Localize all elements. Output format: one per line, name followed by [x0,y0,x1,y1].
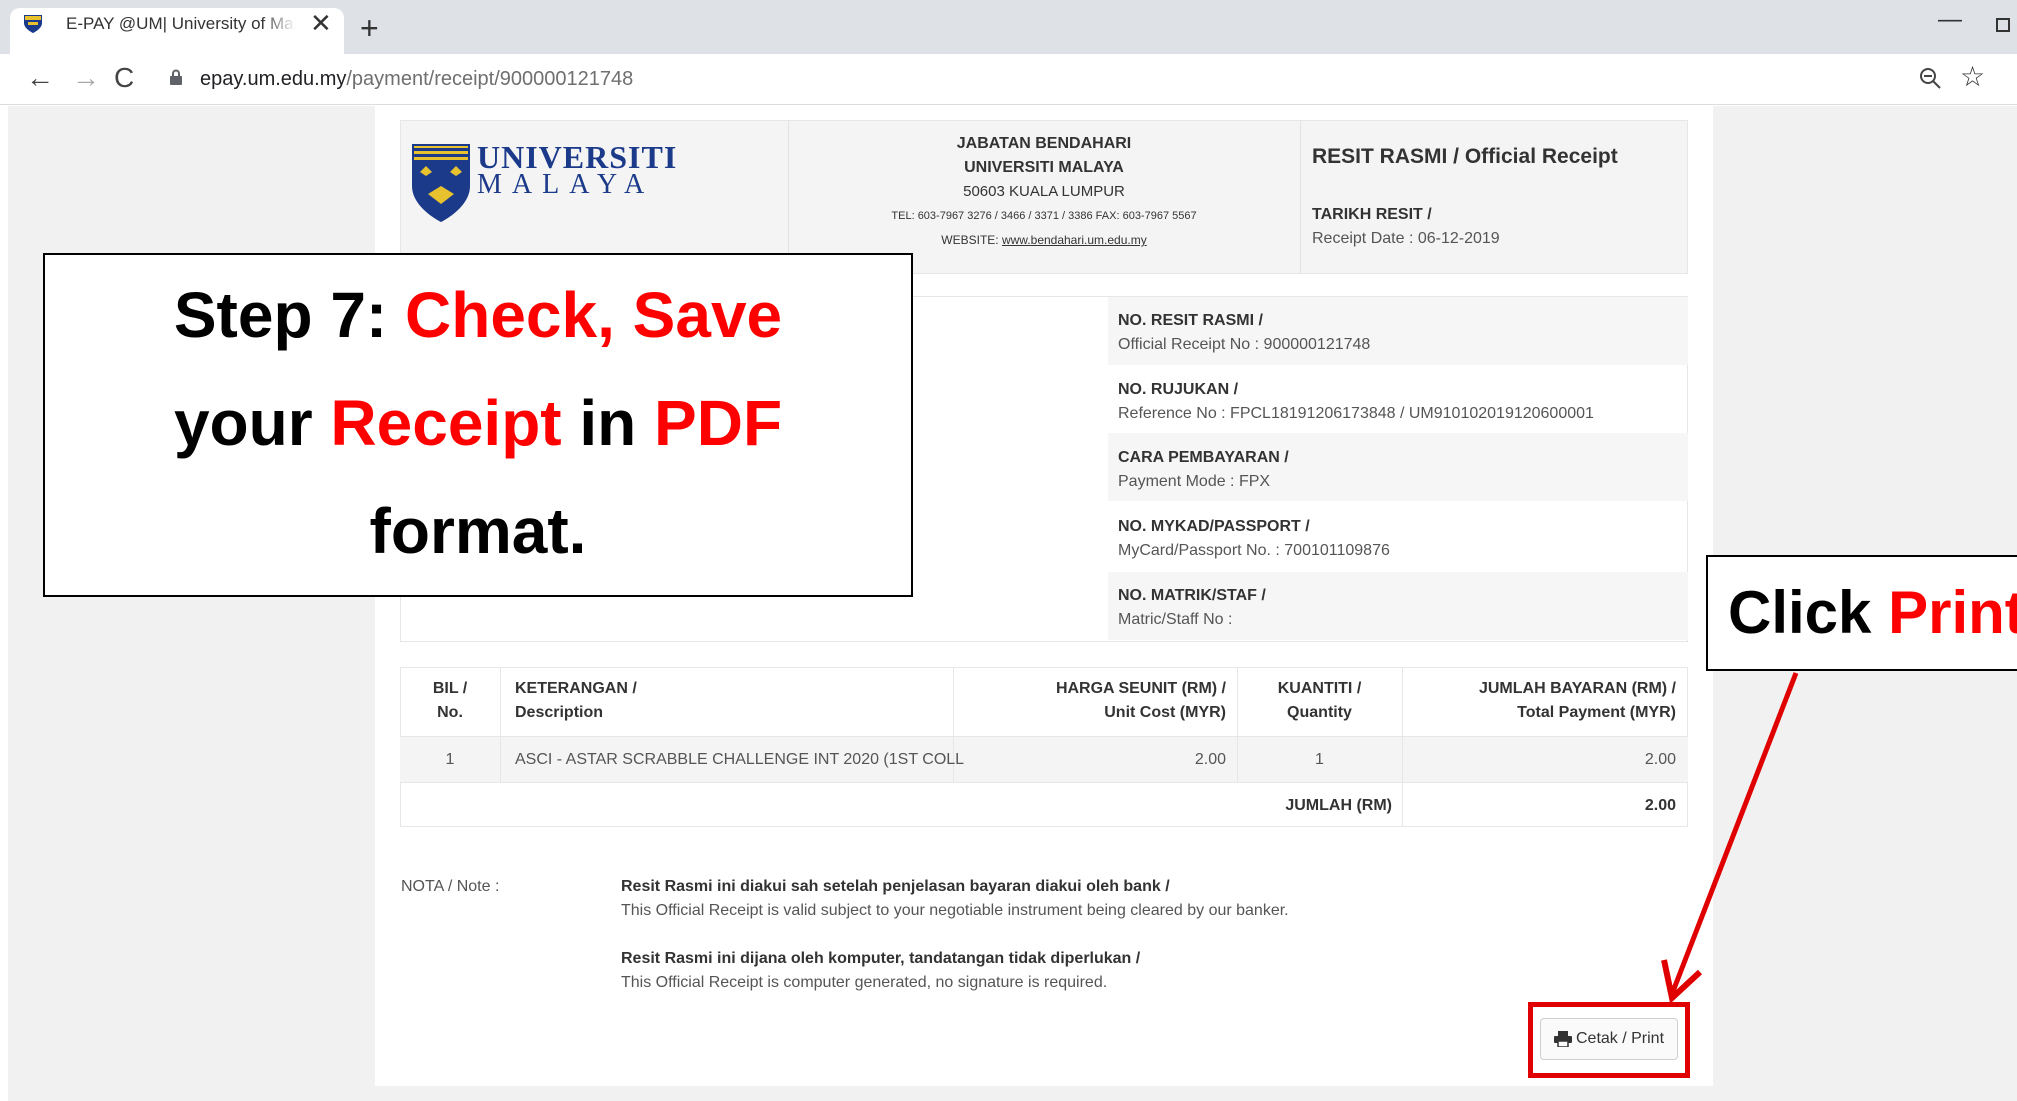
bookmark-star-icon[interactable]: ☆ [1960,62,1985,92]
minimize-icon[interactable]: — [1938,6,1962,34]
matric-label: NO. MATRIK/STAF / [1118,587,1266,604]
cell-unit-cost: 2.00 [1194,751,1226,768]
reload-icon[interactable]: C [114,60,134,96]
cell-quantity: 1 [1315,751,1324,768]
note2-text: This Official Receipt is computer genera… [621,974,1108,991]
note2-heading: Resit Rasmi ini dijana oleh komputer, ta… [621,950,1141,967]
cell-total: 2.00 [1644,751,1676,768]
mykad-label: NO. MYKAD/PASSPORT / [1118,518,1310,535]
url-path: /payment/receipt/900000121748 [346,68,634,90]
note1-text: This Official Receipt is valid subject t… [621,902,1289,919]
print-highlight-box [1528,1002,1690,1078]
col-header-unit-cost: HARGA SEUNIT (RM) / Unit Cost (MYR) [1055,680,1226,721]
step-annotation-box: Step 7: Check, Save your Receipt in PDF … [43,253,913,597]
university-name: UNIVERSITI MALAYA [964,159,1124,176]
website-line: WEBSITE: www.bendahari.um.edu.my [834,232,1254,248]
mykad-value: MyCard/Passport No. : 700101109876 [1118,542,1390,559]
note1-heading: Resit Rasmi ini diakui sah setelah penje… [621,878,1170,895]
lock-icon[interactable] [170,69,182,85]
official-receipt-no-value: Official Receipt No : 900000121748 [1118,336,1371,353]
reference-no-label: NO. RUJUKAN / [1118,381,1239,398]
tab-title: E-PAY @UM| University of Malaya [66,14,296,33]
um-favicon-icon [24,15,42,33]
tab-close-icon[interactable]: ✕ [310,10,332,36]
phone-fax: TEL: 603-7967 3276 / 3466 / 3371 / 3386 … [891,210,1197,222]
divider [788,120,789,274]
address-bar[interactable]: epay.um.edu.my/payment/receipt/900000121… [200,66,633,92]
receipt-date-value: Receipt Date : 06-12-2019 [1312,230,1500,247]
cell-no: 1 [445,751,455,768]
forward-icon[interactable]: → [72,60,100,96]
step-line-1: Step 7: Check, Save [173,279,783,351]
receipt-date-label: TARIKH RESIT / [1312,206,1432,223]
reference-no-value: Reference No : FPCL18191206173848 / UM91… [1118,405,1594,422]
dept-name: JABATAN BENDAHARI [956,135,1132,152]
url-host: epay.um.edu.my [200,68,347,90]
matric-value: Matric/Staff No : [1118,611,1233,628]
back-icon[interactable]: ← [26,60,54,96]
col-header-description: KETERANGAN / Description [515,680,637,721]
address: 50603 KUALA LUMPUR [963,183,1125,200]
divider [1300,120,1301,274]
zoom-icon[interactable] [1918,66,1942,90]
sum-value: 2.00 [1644,797,1676,814]
divider [400,736,1688,737]
click-print-annotation: Click Print [1706,555,2017,671]
sum-label: JUMLAH (RM) [1285,797,1392,814]
official-receipt-no-label: NO. RESIT RASMI / [1118,312,1263,329]
divider [400,782,1688,783]
step-line-2: your Receipt in PDF [173,387,783,459]
col-header-total: JUMLAH BAYARAN (RM) / Total Payment (MYR) [1478,680,1676,721]
cell-description: ASCI - ASTAR SCRABBLE CHALLENGE INT 2020… [515,751,965,768]
step-line-3: format. [369,495,587,567]
payment-mode-value: Payment Mode : FPX [1118,473,1271,490]
logo-text-malaya: MALAYA [477,169,655,200]
col-header-quantity: KUANTITI / Quantity [1277,680,1362,721]
receipt-title: RESIT RASMI / Official Receipt [1312,145,1618,168]
um-crest-logo-icon [412,144,470,222]
col-header-no: BIL / No. [432,680,468,721]
website-link[interactable]: www.bendahari.um.edu.my [1002,233,1147,247]
maximize-icon[interactable] [1996,18,2010,32]
payment-mode-label: CARA PEMBAYARAN / [1118,449,1289,466]
note-label: NOTA / Note : [401,878,500,895]
new-tab-icon[interactable]: + [360,12,379,44]
website-label: WEBSITE: [941,233,999,247]
divider [500,667,501,782]
